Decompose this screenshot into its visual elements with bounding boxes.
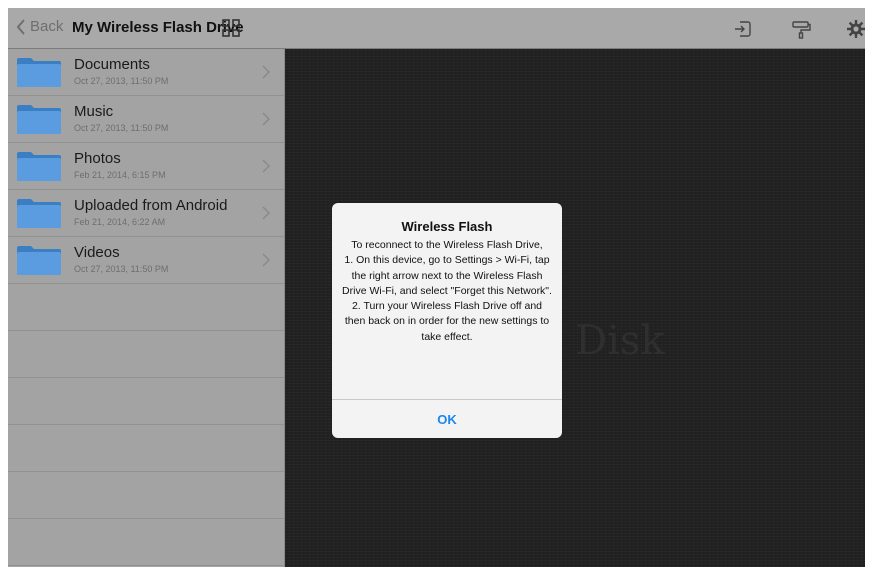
folder-name: Documents: [74, 56, 150, 73]
folder-date: Oct 27, 2013, 11:50 PM: [74, 264, 169, 274]
brand-watermark: Disk: [575, 318, 665, 364]
folder-date: Oct 27, 2013, 11:50 PM: [74, 76, 169, 86]
folder-name: Photos: [74, 150, 121, 167]
dialog-title: Wireless Flash: [401, 219, 493, 234]
folder-row[interactable]: Uploaded from Android Feb 21, 2014, 6:22…: [8, 190, 284, 237]
folder-row[interactable]: Music Oct 27, 2013, 11:50 PM: [8, 96, 284, 143]
chevron-right-icon: [262, 206, 270, 220]
empty-row: [8, 519, 284, 566]
chevron-right-icon: [262, 159, 270, 173]
chevron-right-icon: [262, 253, 270, 267]
chevron-left-icon: [16, 18, 25, 35]
grid-view-icon[interactable]: [221, 18, 241, 38]
folder-icon: [17, 152, 61, 181]
alert-dialog: Wireless Flash To reconnect to the Wirel…: [332, 203, 562, 438]
folder-date: Feb 21, 2014, 6:15 PM: [74, 170, 166, 180]
page-title: My Wireless Flash Drive: [72, 19, 244, 36]
folder-row[interactable]: Photos Feb 21, 2014, 6:15 PM: [8, 143, 284, 190]
ok-button[interactable]: OK: [332, 400, 562, 438]
back-button[interactable]: Back: [16, 18, 63, 35]
folder-row[interactable]: Videos Oct 27, 2013, 11:50 PM: [8, 237, 284, 284]
folder-date: Feb 21, 2014, 6:22 AM: [74, 217, 166, 227]
import-icon[interactable]: [732, 18, 754, 40]
folder-date: Oct 27, 2013, 11:50 PM: [74, 123, 169, 133]
folder-row[interactable]: Documents Oct 27, 2013, 11:50 PM: [8, 49, 284, 96]
empty-row: [8, 378, 284, 425]
empty-row: [8, 331, 284, 378]
top-navigation-bar: Back My Wireless Flash Drive: [8, 8, 865, 49]
empty-row: [8, 425, 284, 472]
empty-row: [8, 472, 284, 519]
folder-icon: [17, 199, 61, 228]
empty-row: [8, 284, 284, 331]
folder-list: Documents Oct 27, 2013, 11:50 PM Music O…: [8, 49, 285, 567]
back-label: Back: [30, 18, 64, 35]
chevron-right-icon: [262, 112, 270, 126]
dialog-message: To reconnect to the Wireless Flash Drive…: [342, 239, 552, 343]
folder-icon: [17, 246, 61, 275]
folder-icon: [17, 105, 61, 134]
paint-roller-icon[interactable]: [790, 18, 812, 40]
folder-name: Uploaded from Android: [74, 197, 228, 214]
chevron-right-icon: [262, 65, 270, 79]
gear-icon[interactable]: [845, 18, 865, 40]
folder-name: Videos: [74, 244, 120, 261]
folder-name: Music: [74, 103, 114, 120]
folder-icon: [17, 58, 61, 87]
